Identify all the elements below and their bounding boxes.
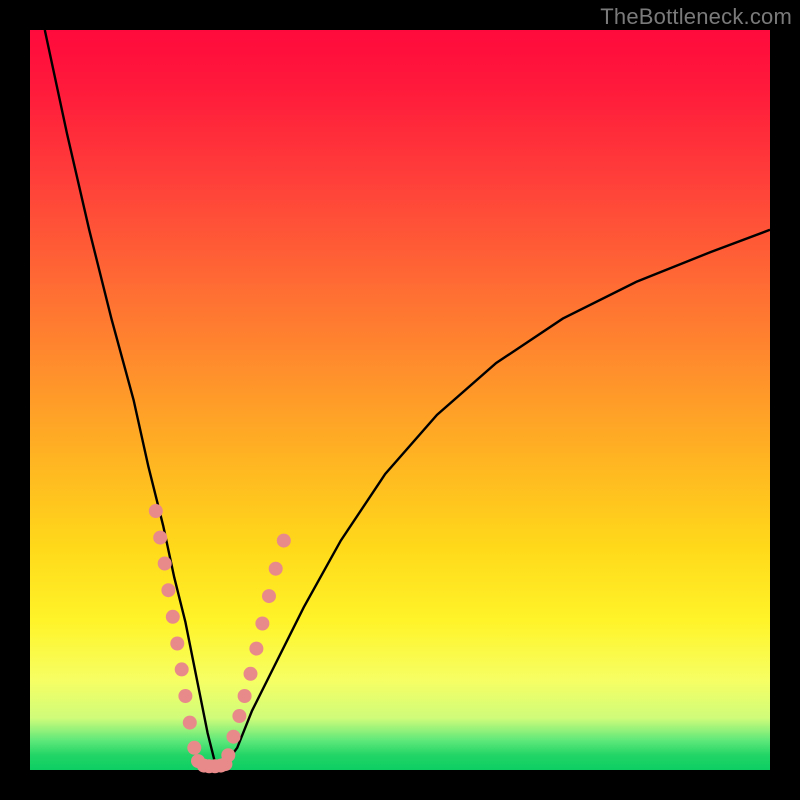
scatter-bottom	[197, 757, 233, 773]
scatter-right	[221, 534, 290, 763]
data-point	[232, 709, 246, 723]
data-point	[175, 662, 189, 676]
data-point	[269, 562, 283, 576]
data-point	[170, 637, 184, 651]
data-point	[262, 589, 276, 603]
chart-svg	[30, 30, 770, 770]
data-point	[218, 757, 232, 771]
data-point	[255, 617, 269, 631]
data-point	[158, 557, 172, 571]
data-point	[249, 642, 263, 656]
data-point	[166, 610, 180, 624]
data-point	[227, 730, 241, 744]
data-point	[187, 741, 201, 755]
watermark-text: TheBottleneck.com	[600, 4, 792, 30]
bottleneck-curve	[45, 30, 770, 763]
data-point	[183, 716, 197, 730]
data-point	[149, 504, 163, 518]
data-point	[178, 689, 192, 703]
data-point	[238, 689, 252, 703]
data-point	[244, 667, 258, 681]
scatter-left	[149, 504, 205, 768]
data-point	[161, 583, 175, 597]
chart-frame: TheBottleneck.com	[0, 0, 800, 800]
data-point	[277, 534, 291, 548]
chart-plot-area	[30, 30, 770, 770]
data-point	[153, 531, 167, 545]
